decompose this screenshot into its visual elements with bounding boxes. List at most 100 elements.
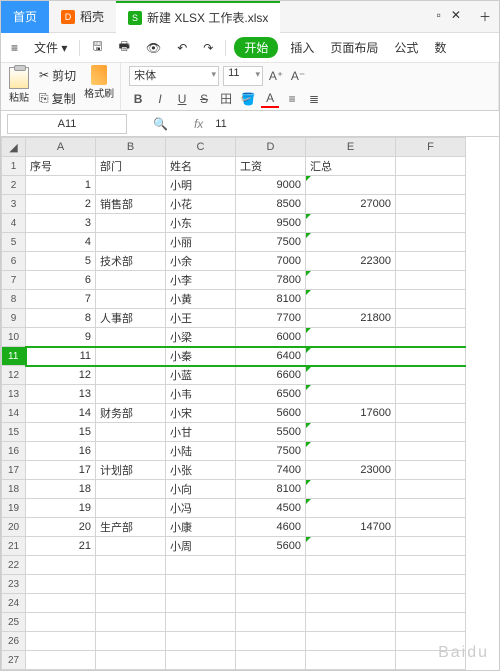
cell[interactable] xyxy=(306,347,396,366)
cell[interactable] xyxy=(96,632,166,651)
cell[interactable]: 小东 xyxy=(166,214,236,233)
file-menu[interactable]: 文件 ▾ xyxy=(30,37,71,58)
cell[interactable] xyxy=(306,366,396,385)
cell[interactable]: 小梁 xyxy=(166,328,236,347)
cell[interactable] xyxy=(166,651,236,670)
cell[interactable] xyxy=(396,233,466,252)
cell[interactable] xyxy=(306,442,396,461)
cell[interactable]: 小康 xyxy=(166,518,236,537)
row-header[interactable]: 24 xyxy=(2,594,26,613)
row-header[interactable]: 16 xyxy=(2,442,26,461)
cell[interactable]: 9 xyxy=(26,328,96,347)
font-size-select[interactable]: 11 xyxy=(223,66,263,86)
cell[interactable]: 生产部 xyxy=(96,518,166,537)
cell[interactable]: 7400 xyxy=(236,461,306,480)
cell[interactable]: 13 xyxy=(26,385,96,404)
cell[interactable] xyxy=(306,575,396,594)
font-color-icon[interactable]: A xyxy=(261,90,279,108)
cell[interactable] xyxy=(96,613,166,632)
cell[interactable]: 20 xyxy=(26,518,96,537)
cell[interactable] xyxy=(96,537,166,556)
cell[interactable]: 4 xyxy=(26,233,96,252)
cell[interactable]: 9500 xyxy=(236,214,306,233)
cell[interactable] xyxy=(396,651,466,670)
cell[interactable] xyxy=(96,499,166,518)
row-header[interactable]: 22 xyxy=(2,556,26,575)
cell[interactable] xyxy=(26,594,96,613)
cell[interactable]: 7500 xyxy=(236,442,306,461)
cell[interactable]: 11 xyxy=(26,347,96,366)
col-C[interactable]: C xyxy=(166,138,236,157)
cell[interactable] xyxy=(306,651,396,670)
bold-icon[interactable]: B xyxy=(129,90,147,108)
row-header[interactable]: 14 xyxy=(2,404,26,423)
cell[interactable] xyxy=(236,632,306,651)
cell[interactable] xyxy=(26,651,96,670)
row-header[interactable]: 12 xyxy=(2,366,26,385)
cell[interactable] xyxy=(396,575,466,594)
cell[interactable] xyxy=(236,575,306,594)
cell[interactable] xyxy=(96,556,166,575)
cell[interactable]: 6500 xyxy=(236,385,306,404)
cell[interactable]: 汇总 xyxy=(306,157,396,176)
cell[interactable]: 9000 xyxy=(236,176,306,195)
print-icon[interactable]: 🖶 xyxy=(115,35,134,60)
cell[interactable] xyxy=(96,233,166,252)
cell[interactable] xyxy=(306,385,396,404)
cell[interactable] xyxy=(306,423,396,442)
row-header[interactable]: 1 xyxy=(2,157,26,176)
cell[interactable] xyxy=(306,613,396,632)
col-D[interactable]: D xyxy=(236,138,306,157)
cell[interactable]: 小明 xyxy=(166,176,236,195)
row-header[interactable]: 27 xyxy=(2,651,26,670)
cell[interactable]: 财务部 xyxy=(96,404,166,423)
cell[interactable] xyxy=(396,404,466,423)
cell[interactable]: 19 xyxy=(26,499,96,518)
search-icon[interactable]: 🔍 xyxy=(153,117,168,131)
paste-button[interactable]: 粘贴 xyxy=(7,65,31,109)
row-header[interactable]: 13 xyxy=(2,385,26,404)
strike-icon[interactable]: S xyxy=(195,90,213,108)
cell[interactable]: 7800 xyxy=(236,271,306,290)
increase-font-icon[interactable]: A⁺ xyxy=(267,67,285,85)
row-header[interactable]: 15 xyxy=(2,423,26,442)
cell[interactable] xyxy=(236,556,306,575)
cell[interactable]: 14 xyxy=(26,404,96,423)
cell[interactable]: 21 xyxy=(26,537,96,556)
row-header[interactable]: 21 xyxy=(2,537,26,556)
cell[interactable] xyxy=(236,594,306,613)
cell[interactable] xyxy=(96,366,166,385)
cell[interactable] xyxy=(96,385,166,404)
cell[interactable] xyxy=(396,556,466,575)
cell[interactable] xyxy=(396,195,466,214)
row-header[interactable]: 20 xyxy=(2,518,26,537)
cell[interactable] xyxy=(96,271,166,290)
cell[interactable] xyxy=(306,233,396,252)
cell[interactable] xyxy=(396,613,466,632)
cell[interactable]: 6600 xyxy=(236,366,306,385)
cell[interactable]: 7700 xyxy=(236,309,306,328)
cell[interactable] xyxy=(26,632,96,651)
tab-add-icon[interactable]: ＋ xyxy=(479,8,491,25)
ribbon-insert[interactable]: 插入 xyxy=(286,37,318,58)
row-header[interactable]: 18 xyxy=(2,480,26,499)
row-header[interactable]: 3 xyxy=(2,195,26,214)
underline-icon[interactable]: U xyxy=(173,90,191,108)
cell[interactable] xyxy=(396,214,466,233)
cell[interactable] xyxy=(396,309,466,328)
redo-icon[interactable]: ↷ xyxy=(199,39,217,57)
col-A[interactable]: A xyxy=(26,138,96,157)
cell[interactable]: 小秦 xyxy=(166,347,236,366)
cell[interactable]: 小韦 xyxy=(166,385,236,404)
cell[interactable]: 小丽 xyxy=(166,233,236,252)
cell[interactable]: 小花 xyxy=(166,195,236,214)
cell[interactable]: 1 xyxy=(26,176,96,195)
row-header[interactable]: 2 xyxy=(2,176,26,195)
cell[interactable]: 23000 xyxy=(306,461,396,480)
format-painter-button[interactable]: 格式刷 xyxy=(84,65,114,109)
row-header[interactable]: 8 xyxy=(2,290,26,309)
cell[interactable] xyxy=(396,157,466,176)
fx-label[interactable]: fx xyxy=(194,117,203,131)
cell[interactable] xyxy=(26,575,96,594)
cell[interactable] xyxy=(26,556,96,575)
